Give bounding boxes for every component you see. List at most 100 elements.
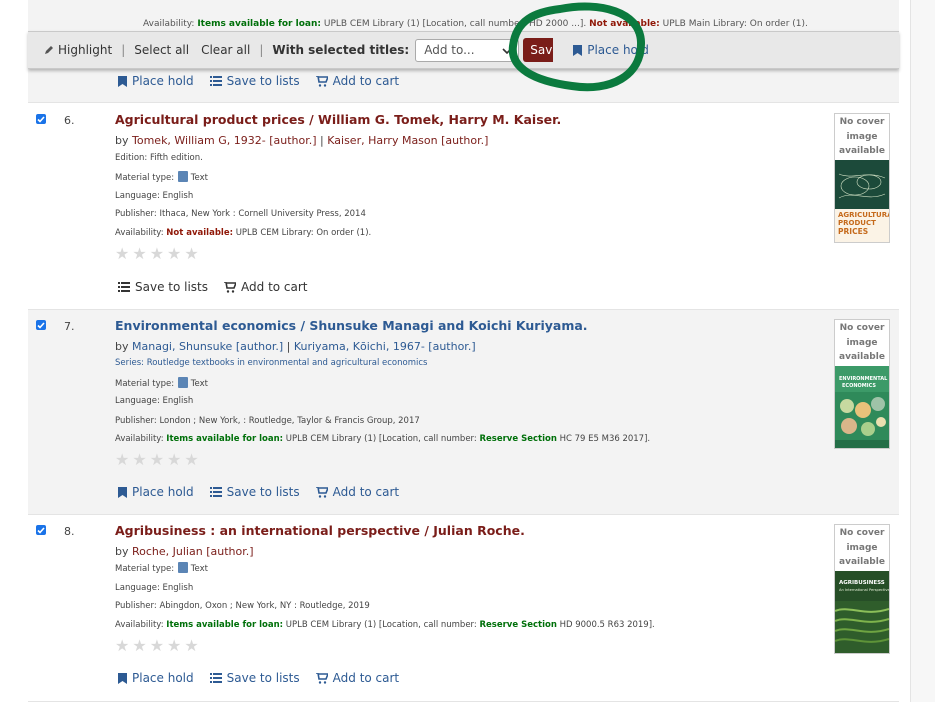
result-title-link[interactable]: Environmental economics / Shunsuke Manag… bbox=[115, 318, 588, 333]
result-number: 8. bbox=[64, 525, 75, 538]
result-publisher: Publisher: Ithaca, New York : Cornell Un… bbox=[115, 209, 366, 219]
cart-icon bbox=[315, 672, 328, 684]
star-icon[interactable]: ★ bbox=[115, 638, 129, 654]
save-to-lists-link[interactable]: Save to lists bbox=[118, 280, 208, 294]
cover-thumbnail[interactable]: No cover image available AGRIBUSINESS An… bbox=[834, 524, 890, 654]
add-to-cart-link[interactable]: Add to cart bbox=[315, 74, 399, 88]
result-material-type: Material type: Text bbox=[115, 171, 208, 183]
add-to-select[interactable]: Add to... bbox=[415, 38, 520, 62]
star-icon[interactable]: ★ bbox=[115, 452, 129, 468]
cover-image: AGRIBUSINESS An International Perspectiv… bbox=[835, 570, 889, 653]
highlight-toggle[interactable]: Highlight bbox=[44, 43, 112, 57]
author-link[interactable]: Tomek, William G, 1932- [author.] bbox=[132, 134, 317, 147]
result-actions: Save to lists Add to cart bbox=[118, 280, 308, 294]
list-icon bbox=[209, 487, 222, 497]
toolbar-divider: | bbox=[259, 43, 264, 57]
previous-availability: Availability: Items available for loan: … bbox=[143, 19, 808, 29]
result-checkbox[interactable] bbox=[36, 320, 46, 330]
star-icon[interactable]: ★ bbox=[132, 246, 146, 262]
cart-icon bbox=[315, 486, 328, 498]
author-link[interactable]: Kaiser, Harry Mason [author.] bbox=[327, 134, 488, 147]
pencil-icon bbox=[44, 45, 54, 55]
result-actions: Place hold Save to lists Add to cart bbox=[118, 671, 399, 685]
svg-text:ECONOMICS: ECONOMICS bbox=[842, 383, 876, 389]
result-checkbox[interactable] bbox=[36, 525, 46, 535]
save-button[interactable]: Save bbox=[523, 38, 554, 62]
list-icon bbox=[209, 76, 222, 86]
result-title-link[interactable]: Agribusiness : an international perspect… bbox=[115, 523, 525, 538]
svg-text:AGRIBUSINESS: AGRIBUSINESS bbox=[839, 580, 885, 586]
star-icon[interactable]: ★ bbox=[132, 638, 146, 654]
result-availability: Availability: Items available for loan: … bbox=[115, 620, 655, 630]
result-material-type: Material type: Text bbox=[115, 377, 208, 389]
save-to-lists-link[interactable]: Save to lists bbox=[209, 671, 300, 685]
with-selected-label: With selected titles: bbox=[272, 43, 410, 57]
star-icon[interactable]: ★ bbox=[184, 246, 198, 262]
cover-thumbnail[interactable]: No cover image available ENVIRONMENTAL E… bbox=[834, 319, 890, 449]
series-link[interactable]: Series: Routledge textbooks in environme… bbox=[115, 358, 427, 368]
star-rating[interactable]: ★ ★ ★ ★ ★ bbox=[115, 638, 199, 654]
add-to-cart-link[interactable]: Add to cart bbox=[224, 280, 308, 294]
place-hold-link[interactable]: Place hold bbox=[118, 485, 194, 499]
star-icon[interactable]: ★ bbox=[150, 452, 164, 468]
svg-text:An International Perspective: An International Perspective bbox=[839, 588, 889, 592]
cover-image: ENVIRONMENTAL ECONOMICS bbox=[835, 365, 889, 448]
author-link[interactable]: Managi, Shunsuke [author.] bbox=[132, 340, 283, 353]
chevron-down-icon bbox=[502, 43, 512, 57]
result-edition: Edition: Fifth edition. bbox=[115, 153, 203, 163]
search-result-item: 7. Environmental economics / Shunsuke Ma… bbox=[28, 310, 899, 515]
search-result-item: 8. Agribusiness : an international persp… bbox=[28, 515, 899, 702]
place-hold-link[interactable]: Place hold bbox=[118, 74, 194, 88]
right-scroll-strip bbox=[910, 0, 935, 702]
result-authors: by Tomek, William G, 1932- [author.] | K… bbox=[115, 134, 489, 147]
place-hold-link[interactable]: Place hold bbox=[118, 671, 194, 685]
result-publisher: Publisher: London ; New York, : Routledg… bbox=[115, 416, 420, 426]
star-icon[interactable]: ★ bbox=[150, 246, 164, 262]
author-link[interactable]: Roche, Julian [author.] bbox=[132, 545, 254, 558]
search-result-item: 6. Agricultural product prices / William… bbox=[28, 104, 899, 310]
star-icon[interactable]: ★ bbox=[150, 638, 164, 654]
star-icon[interactable]: ★ bbox=[184, 638, 198, 654]
result-series: Series: Routledge textbooks in environme… bbox=[115, 358, 427, 368]
cover-image: AGRICULTURAL PRODUCT PRICES bbox=[835, 159, 889, 242]
svg-text:PRICES: PRICES bbox=[838, 227, 868, 236]
svg-text:AGRICULTURAL: AGRICULTURAL bbox=[838, 211, 889, 219]
result-availability: Availability: Not available: UPLB CEM Li… bbox=[115, 228, 372, 238]
save-to-lists-link[interactable]: Save to lists bbox=[209, 485, 300, 499]
toolbar-place-hold-link[interactable]: Place hold bbox=[573, 43, 649, 57]
star-icon[interactable]: ★ bbox=[132, 452, 146, 468]
cart-icon bbox=[224, 281, 237, 293]
text-icon bbox=[177, 562, 188, 573]
result-language: Language: English bbox=[115, 396, 194, 406]
result-authors: by Managi, Shunsuke [author.] | Kuriyama… bbox=[115, 340, 476, 353]
star-icon[interactable]: ★ bbox=[184, 452, 198, 468]
result-title-link[interactable]: Agricultural product prices / William G.… bbox=[115, 112, 561, 127]
bookmark-icon bbox=[118, 486, 127, 498]
previous-result-actions: Place hold Save to lists Add to cart bbox=[118, 74, 399, 88]
bookmark-icon bbox=[573, 44, 583, 56]
no-cover-label: No cover image available bbox=[839, 323, 885, 362]
star-icon[interactable]: ★ bbox=[167, 638, 181, 654]
select-all-link[interactable]: Select all bbox=[134, 43, 189, 57]
star-rating[interactable]: ★ ★ ★ ★ ★ bbox=[115, 452, 199, 468]
author-link[interactable]: Kuriyama, Kōichi, 1967- [author.] bbox=[294, 340, 476, 353]
svg-text:ENVIRONMENTAL: ENVIRONMENTAL bbox=[839, 376, 888, 382]
cover-thumbnail[interactable]: No cover image available AGRICULTURAL PR… bbox=[834, 113, 890, 243]
clear-all-link[interactable]: Clear all bbox=[201, 43, 250, 57]
save-to-lists-link[interactable]: Save to lists bbox=[209, 74, 300, 88]
no-cover-label: No cover image available bbox=[839, 528, 885, 567]
add-to-cart-link[interactable]: Add to cart bbox=[315, 485, 399, 499]
star-icon[interactable]: ★ bbox=[115, 246, 129, 262]
result-checkbox[interactable] bbox=[36, 114, 46, 124]
svg-text:PRODUCT: PRODUCT bbox=[838, 219, 876, 227]
result-language: Language: English bbox=[115, 191, 194, 201]
star-rating[interactable]: ★ ★ ★ ★ ★ bbox=[115, 246, 199, 262]
star-icon[interactable]: ★ bbox=[167, 452, 181, 468]
star-icon[interactable]: ★ bbox=[167, 246, 181, 262]
toolbar-divider: | bbox=[121, 43, 126, 57]
result-number: 7. bbox=[64, 320, 75, 333]
result-material-type: Material type: Text bbox=[115, 562, 208, 574]
add-to-cart-link[interactable]: Add to cart bbox=[315, 671, 399, 685]
text-icon bbox=[177, 377, 188, 388]
result-actions: Place hold Save to lists Add to cart bbox=[118, 485, 399, 499]
